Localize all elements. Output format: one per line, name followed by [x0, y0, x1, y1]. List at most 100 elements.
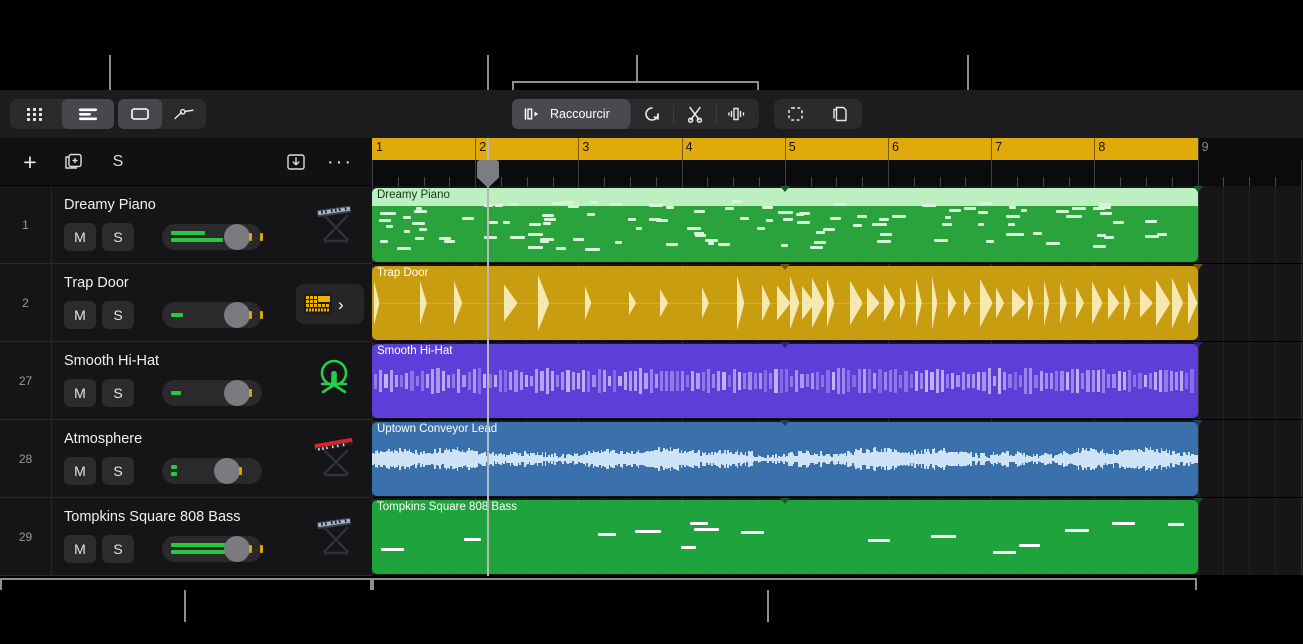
callout-bracket-tools [512, 81, 759, 83]
browser-grid-icon[interactable] [10, 99, 62, 129]
add-track-stack-icon[interactable] [58, 147, 90, 177]
automation-curve-icon[interactable] [162, 99, 206, 129]
grid-beat-line [1249, 342, 1251, 419]
volume-fader[interactable] [162, 380, 262, 406]
region-view-icon[interactable] [118, 99, 162, 129]
fader-knob[interactable] [224, 536, 250, 562]
solo-all-button[interactable]: S [102, 147, 134, 177]
track-lane[interactable]: Trap Door [372, 264, 1303, 342]
subdivision-tick [397, 177, 399, 186]
waveform-bar [384, 373, 388, 389]
waveform-transient [454, 281, 462, 325]
mute-button[interactable]: M [64, 379, 96, 407]
level-meter [171, 543, 229, 554]
subdivision-tick [810, 177, 812, 186]
track-header[interactable]: 2 Trap Door M S › [0, 264, 372, 342]
solo-button[interactable]: S [102, 301, 134, 329]
waveform-bar [634, 370, 638, 392]
grid-beat-line [1249, 186, 1251, 263]
solo-button[interactable]: S [102, 379, 134, 407]
midi-note [694, 210, 705, 214]
volume-fader[interactable] [162, 536, 263, 562]
trim-region-button[interactable]: Raccourcir [512, 99, 630, 129]
cycle-region[interactable]: 1 2 3 4 5 6 7 8 [372, 138, 1198, 160]
midi-note [1033, 231, 1043, 235]
region[interactable]: Dreamy Piano [372, 188, 1198, 262]
region[interactable]: Trap Door [372, 266, 1198, 340]
gain-fade-icon[interactable] [717, 99, 759, 129]
dashed-square-icon[interactable] [774, 99, 818, 129]
region-split-marker [779, 498, 790, 504]
region-name: Tompkins Square 808 Bass [377, 501, 517, 513]
midi-note [1071, 214, 1082, 218]
waveform-bar [597, 368, 601, 394]
fader-knob[interactable] [224, 302, 250, 328]
waveform-bar [1050, 373, 1054, 389]
waveform-bar [498, 370, 502, 392]
track-list: 1 Dreamy Piano M S 2 Trap Door M S › 27 … [0, 186, 372, 576]
midi-note [853, 224, 863, 227]
track-header[interactable]: 27 Smooth Hi-Hat M S [0, 342, 372, 420]
subdivision-tick [1042, 177, 1044, 186]
track-header-more-button[interactable]: ··· [324, 147, 356, 177]
midi-note [462, 216, 475, 220]
track-lane[interactable]: Dreamy Piano [372, 186, 1303, 264]
region[interactable]: Smooth Hi-Hat [372, 344, 1198, 418]
waveform-bar [732, 369, 736, 394]
subdivision-tick [1275, 177, 1276, 186]
track-lane[interactable]: Uptown Conveyor Lead [372, 420, 1303, 498]
waveform-transient [932, 275, 938, 331]
waveform-bar [842, 368, 846, 394]
mute-button[interactable]: M [64, 457, 96, 485]
loop-icon[interactable] [631, 99, 673, 129]
arrange-area[interactable]: Dreamy Piano Trap Door Smooth Hi-Hat Upt… [372, 186, 1303, 576]
waveform-bar [717, 371, 721, 391]
track-lane[interactable]: Tompkins Square 808 Bass [372, 498, 1303, 576]
midi-note [922, 204, 936, 208]
waveform-bar [1180, 371, 1184, 391]
mute-button[interactable]: M [64, 535, 96, 563]
add-track-button[interactable]: + [14, 147, 46, 177]
midi-note [528, 245, 544, 249]
midi-note [464, 537, 481, 541]
fader-knob[interactable] [224, 224, 250, 250]
waveform-bar [1102, 369, 1106, 393]
region[interactable]: Uptown Conveyor Lead [372, 422, 1198, 496]
drum-machine-button[interactable]: › [296, 284, 364, 324]
solo-button[interactable]: S [102, 457, 134, 485]
scissors-icon[interactable] [674, 99, 716, 129]
waveform-bar [883, 371, 887, 391]
bar-tick [784, 138, 786, 160]
track-lane[interactable]: Smooth Hi-Hat [372, 342, 1303, 420]
region-split-marker [1192, 498, 1203, 504]
ruler[interactable]: 1 2 3 4 5 6 7 8 9 [372, 138, 1303, 186]
import-icon[interactable] [280, 147, 312, 177]
midi-note [1113, 220, 1125, 224]
waveform-bar [1143, 375, 1147, 387]
waveform-bar [514, 369, 518, 393]
fader-knob[interactable] [214, 458, 240, 484]
midi-note [666, 242, 678, 246]
fader-knob[interactable] [224, 380, 250, 406]
volume-fader[interactable] [162, 302, 263, 328]
solo-button[interactable]: S [102, 223, 134, 251]
waveform-transient [1060, 282, 1067, 324]
region-split-marker [779, 186, 790, 192]
track-header[interactable]: 28 Atmosphere M S [0, 420, 372, 498]
midi-note [708, 241, 715, 245]
waveform-bar [1117, 371, 1121, 391]
mute-button[interactable]: M [64, 301, 96, 329]
solo-button[interactable]: S [102, 535, 134, 563]
waveform-transient [827, 278, 835, 328]
track-header[interactable]: 1 Dreamy Piano M S [0, 186, 372, 264]
midi-note [1012, 232, 1024, 236]
copy-pages-icon[interactable] [818, 99, 862, 129]
volume-fader[interactable] [162, 224, 263, 250]
mute-button[interactable]: M [64, 223, 96, 251]
track-header[interactable]: 29 Tompkins Square 808 Bass M S [0, 498, 372, 576]
tracks-list-icon[interactable] [62, 99, 114, 129]
volume-fader[interactable] [162, 458, 262, 484]
region[interactable]: Tompkins Square 808 Bass [372, 500, 1198, 574]
waveform-transient [790, 276, 799, 330]
region-split-marker [1192, 186, 1203, 192]
